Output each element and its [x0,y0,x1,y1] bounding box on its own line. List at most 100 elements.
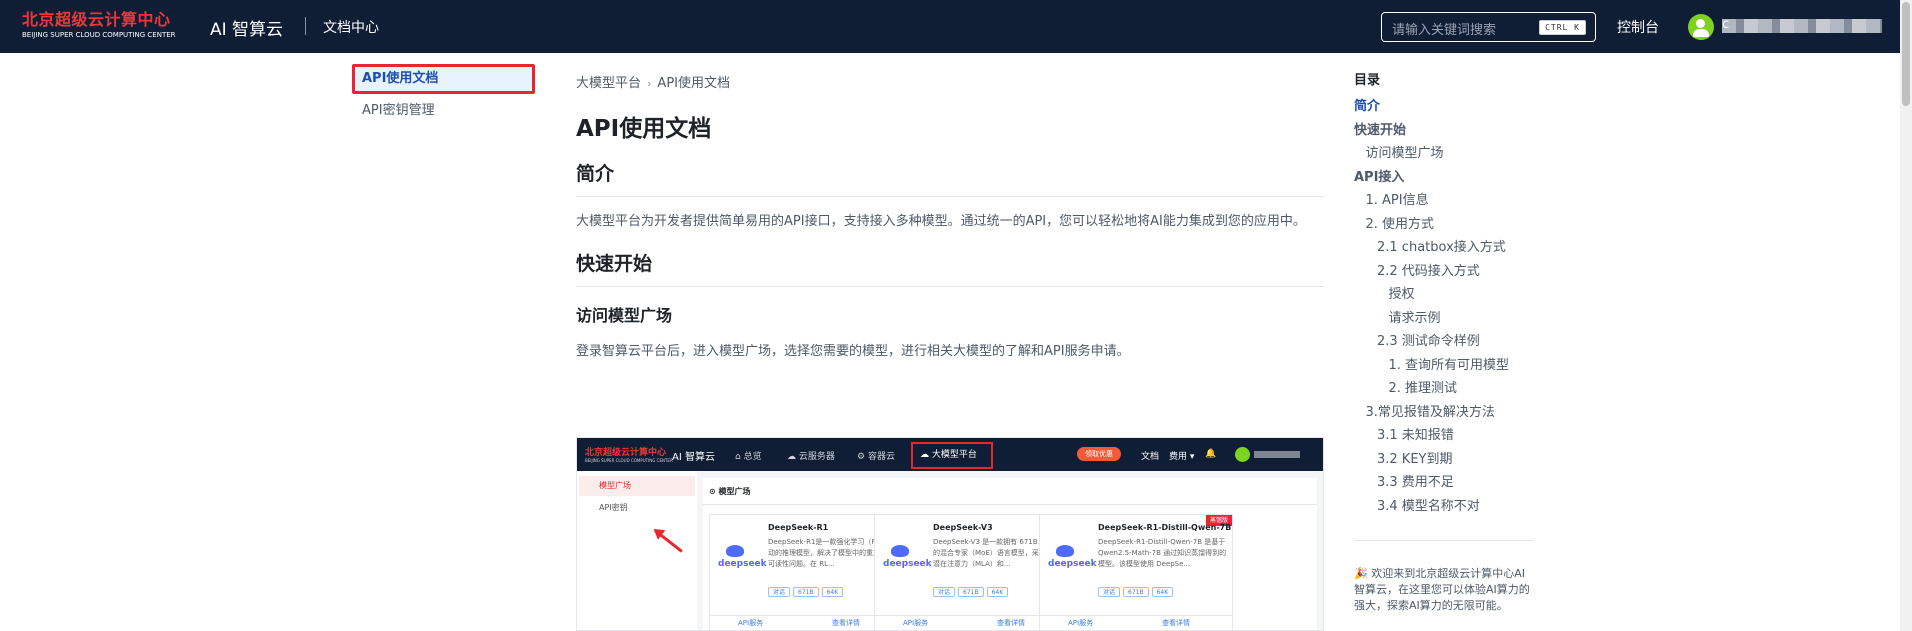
search-placeholder: 请输入关键词搜索 [1392,23,1497,38]
screenshot-heading-divider [703,504,1317,505]
card-view-details-link: 查看详情 [1162,619,1190,627]
welcome-message: 🎉 欢迎来到北京超级云计算中心AI智算云，在这里您可以体验AI算力的强大，探索A… [1354,567,1530,612]
breadcrumb-separator-icon: › [647,77,652,90]
screenshot-side-api-key: API密钥 [599,503,628,512]
toc-item[interactable]: 2. 使用方式 [1354,213,1534,237]
left-nav: API使用文档 API密钥管理 [352,66,532,124]
card-chips: 对话 671B 64K [1098,579,1176,598]
breadcrumb-item-current: API使用文档 [657,76,730,91]
card-api-service-link: API服务 [738,619,764,627]
console-link[interactable]: 控制台 [1617,17,1659,37]
card-chip: 671B [1123,587,1149,597]
screenshot-content-heading-label: 模型广场 [718,487,751,496]
deepseek-whale-icon [726,545,744,557]
toc-item[interactable]: 3.4 模型名称不对 [1354,495,1534,519]
card-logo-text: deepseek [1048,559,1097,569]
breadcrumb: 大模型平台 › API使用文档 [576,72,1324,91]
deepseek-whale-icon [1056,545,1074,557]
screenshot-username-redacted [1254,451,1300,458]
card-footer: API服务 查看详情 [1040,615,1232,630]
screenshot-nav-label: 总览 [743,452,762,462]
card-chip: 64K [1151,587,1174,597]
card-chips: 对话 671B 64K [768,579,846,598]
toc-item[interactable]: 3.1 未知报错 [1354,424,1534,448]
logo[interactable]: 北京超级云计算中心 BEIJING SUPER CLOUD COMPUTING … [22,10,198,44]
screenshot-side-model-square: 模型广场 [579,476,695,496]
card-view-details-link: 查看详情 [997,619,1025,627]
card-chip: 对话 [768,587,791,597]
avatar[interactable] [1688,14,1714,40]
screenshot-nav-overview: ⌂ 总览 [735,452,762,462]
toc-item[interactable]: 访问模型广场 [1354,142,1534,166]
toc-item[interactable]: 2.2 代码接入方式 [1354,260,1534,284]
screenshot-brand: AI 智算云 [672,452,715,463]
nav-item-api-docs[interactable]: API使用文档 [352,66,532,92]
screenshot-logo: 北京超级云计算中心 [585,448,667,458]
card-model-name: DeepSeek-R1 [768,523,829,532]
toc-item[interactable]: 3.2 KEY到期 [1354,448,1534,472]
breadcrumb-item-platform[interactable]: 大模型平台 [576,76,641,91]
screenshot-cost: 费用 ▾ [1169,452,1195,462]
intro-paragraph: 大模型平台为开发者提供简单易用的API接口，支持接入多种模型。通过统一的API，… [576,214,1306,229]
screenshot-content: ⊙ 模型广场 满血版deepseekDeepSeek-R1DeepSeek-R1… [703,478,1317,630]
screenshot-docs: 文档 [1141,452,1160,462]
toc-item[interactable]: API接入 [1354,166,1534,190]
screenshot-nav-cloud-server: ☁ 云服务器 [787,452,835,462]
nav-item-api-keys[interactable]: API密钥管理 [352,98,532,124]
toc-item[interactable]: 1. 查询所有可用模型 [1354,354,1534,378]
screenshot-promo-pill: 领取优惠 [1077,447,1121,461]
card-chip: 64K [986,587,1009,597]
arrow-annotation-icon [654,529,683,553]
search-input[interactable]: 请输入关键词搜索 CTRL K [1381,12,1596,42]
card-chip: 671B [958,587,984,597]
toc-item[interactable]: 2. 推理测试 [1354,377,1534,401]
card-api-service-link: API服务 [903,619,929,627]
toc-item[interactable]: 请求示例 [1354,307,1534,331]
screenshot-logo-en: BEIJING SUPER CLOUD COMPUTING CENTER [585,458,673,463]
toc-item[interactable]: 1. API信息 [1354,189,1534,213]
toc-item[interactable]: 简介 [1354,95,1534,119]
screenshot-nav-container: ⚙ 容器云 [857,452,895,462]
card-chip: 64K [821,587,844,597]
screenshot-cost-label: 费用 [1169,452,1188,462]
screenshot-sidebar: 模型广场 API密钥 [577,471,697,630]
card-logo-text: deepseek [718,559,767,569]
card-view-details-link: 查看详情 [832,619,860,627]
deepseek-whale-icon [891,545,909,557]
toc-item[interactable]: 3.常见报错及解决方法 [1354,401,1534,425]
page-title: API使用文档 [576,116,712,142]
card-model-name: DeepSeek-R1-Distill-Qwen-7B [1098,523,1232,532]
card-chip: 对话 [1098,587,1121,597]
top-bar: 北京超级云计算中心 BEIJING SUPER CLOUD COMPUTING … [0,0,1900,53]
username-initial: c [1722,17,1730,32]
scrollbar-thumb[interactable] [1902,2,1910,106]
toc-item[interactable]: 2.3 测试命令样例 [1354,330,1534,354]
table-of-contents: 目录 简介 快速开始 访问模型广场 API接入 1. API信息 2. 使用方式 2.1 c… [1354,72,1534,518]
screenshot-avatar [1235,447,1250,462]
model-square-screenshot: 北京超级云计算中心 BEIJING SUPER CLOUD COMPUTING … [576,437,1324,631]
screenshot-bell-icon: 🔔 [1205,449,1217,459]
card-api-service-link: API服务 [1068,619,1094,627]
toc-divider [1354,540,1534,541]
section-heading-visit-model-square: 访问模型广场 [576,306,673,325]
toc-item[interactable]: 快速开始 [1354,119,1534,143]
screenshot-nav-llm-platform: ☁ 大模型平台 [911,442,993,469]
screenshot-nav-label: 容器云 [867,452,895,462]
card-model-name: DeepSeek-V3 [933,523,993,532]
toc-item[interactable]: 2.1 chatbox接入方式 [1354,236,1534,260]
toc-item[interactable]: 3.3 费用不足 [1354,471,1534,495]
logo-cn-text: 北京超级云计算中心 [22,10,171,29]
screenshot-content-heading: ⊙ 模型广场 [709,487,751,496]
card-description: DeepSeek-R1-Distill-Qwen-7B 是基于 Qwen2.5-… [1098,538,1227,568]
brand-title[interactable]: AI 智算云 [210,15,283,40]
section-heading-intro: 简介 [576,161,1324,197]
username-redacted[interactable] [1722,19,1882,33]
card-chip: 对话 [933,587,956,597]
card-chip: 671B [793,587,819,597]
doc-center-link[interactable]: 文档中心 [323,17,379,37]
page-scrollbar[interactable] [1900,0,1912,631]
section-heading-quickstart: 快速开始 [576,251,1324,287]
toc-item[interactable]: 授权 [1354,283,1534,307]
card-chips: 对话 671B 64K [933,579,1011,598]
screenshot-nav-label: 云服务器 [798,452,835,462]
